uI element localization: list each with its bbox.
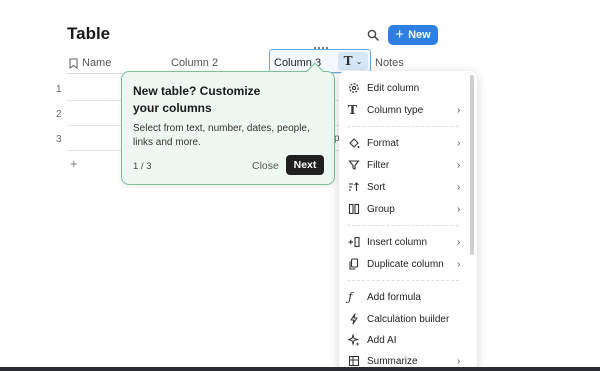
menu-item-format[interactable]: Format › xyxy=(339,133,469,153)
page-title: Table xyxy=(67,24,111,43)
column-header-label: Column 2 xyxy=(171,57,219,69)
tooltip-close-button[interactable]: Close xyxy=(252,160,279,172)
bookmark-icon xyxy=(69,57,78,69)
add-row-button[interactable]: + xyxy=(70,156,78,171)
chevron-right-icon: › xyxy=(457,258,461,270)
text-type-icon: T xyxy=(348,103,357,117)
duplicate-icon xyxy=(339,258,367,270)
menu-scrollbar[interactable] xyxy=(470,75,474,255)
menu-item-label: Edit column xyxy=(367,82,420,94)
new-button[interactable]: + New xyxy=(388,25,438,45)
search-button[interactable] xyxy=(362,24,384,46)
menu-item-insert-column[interactable]: Insert column › xyxy=(339,232,469,252)
chevron-right-icon: › xyxy=(457,181,461,193)
menu-item-label: Add formula xyxy=(367,291,421,303)
taskbar xyxy=(0,367,600,371)
column-header-label: Name xyxy=(82,57,112,69)
menu-item-add-formula[interactable]: ƒ Add formula xyxy=(339,287,469,307)
filter-icon xyxy=(339,159,367,171)
menu-item-label: Sort xyxy=(367,181,386,193)
paint-bucket-icon xyxy=(339,137,367,149)
gear-icon xyxy=(339,82,367,94)
menu-item-filter[interactable]: Filter › xyxy=(339,155,469,175)
tooltip-next-button[interactable]: Next xyxy=(286,155,324,175)
menu-item-calculation-builder[interactable]: Calculation builder xyxy=(339,309,469,329)
menu-item-label: Filter xyxy=(367,159,390,171)
tooltip-body: Select from text, number, dates, people,… xyxy=(133,123,310,148)
menu-item-edit-column[interactable]: Edit column xyxy=(339,78,469,98)
chevron-right-icon: › xyxy=(457,159,461,171)
column-header-2[interactable]: Column 2 xyxy=(171,57,218,69)
menu-divider xyxy=(347,225,459,226)
formula-icon: ƒ xyxy=(348,290,353,304)
menu-item-label: Insert column xyxy=(367,236,428,248)
insert-column-icon xyxy=(339,236,367,248)
chevron-right-icon: › xyxy=(457,137,461,149)
column-menu: Edit column T Column type › Format › Fil… xyxy=(339,71,477,371)
menu-item-label: Duplicate column xyxy=(367,258,444,270)
new-button-label: New xyxy=(408,29,431,41)
tooltip-title: New table? Customize your columns xyxy=(133,84,261,115)
menu-item-label: Group xyxy=(367,203,395,215)
row-number: 2 xyxy=(56,109,62,120)
menu-item-add-ai[interactable]: Add AI xyxy=(339,330,469,350)
menu-item-label: Summarize xyxy=(367,355,418,367)
column-header-label: Notes xyxy=(375,57,404,69)
menu-item-label: Column type xyxy=(367,104,424,116)
menu-item-column-type[interactable]: T Column type › xyxy=(339,100,469,120)
summarize-icon xyxy=(339,355,367,367)
onboarding-tooltip: New table? Customize your columns Select… xyxy=(121,62,335,185)
column-drag-handle[interactable] xyxy=(314,47,328,50)
lightning-icon xyxy=(339,313,367,325)
menu-item-label: Add AI xyxy=(367,334,397,346)
plus-icon: + xyxy=(395,26,405,43)
chevron-right-icon: › xyxy=(457,104,461,116)
menu-divider xyxy=(347,280,459,281)
sparkle-icon xyxy=(339,334,367,346)
text-type-icon: T xyxy=(343,54,353,68)
menu-item-duplicate-column[interactable]: Duplicate column › xyxy=(339,254,469,274)
tooltip-step-counter: 1 / 3 xyxy=(133,161,152,172)
chevron-right-icon: › xyxy=(457,236,461,248)
menu-item-label: Format xyxy=(367,137,399,149)
chevron-right-icon: › xyxy=(457,203,461,215)
menu-divider xyxy=(347,126,459,127)
column-header-notes[interactable]: Notes xyxy=(375,57,404,69)
chevron-down-icon: ⌄ xyxy=(355,56,363,66)
row-number: 1 xyxy=(56,84,62,95)
column-header-name[interactable]: Name xyxy=(69,57,111,69)
menu-item-label: Calculation builder xyxy=(367,313,450,325)
chevron-right-icon: › xyxy=(457,355,461,367)
menu-item-group[interactable]: Group › xyxy=(339,199,469,219)
sort-icon xyxy=(339,181,367,193)
search-icon xyxy=(367,29,379,41)
column-type-button[interactable]: T ⌄ xyxy=(338,52,368,70)
group-icon xyxy=(339,203,367,215)
menu-item-sort[interactable]: Sort › xyxy=(339,177,469,197)
row-number: 3 xyxy=(56,134,62,145)
